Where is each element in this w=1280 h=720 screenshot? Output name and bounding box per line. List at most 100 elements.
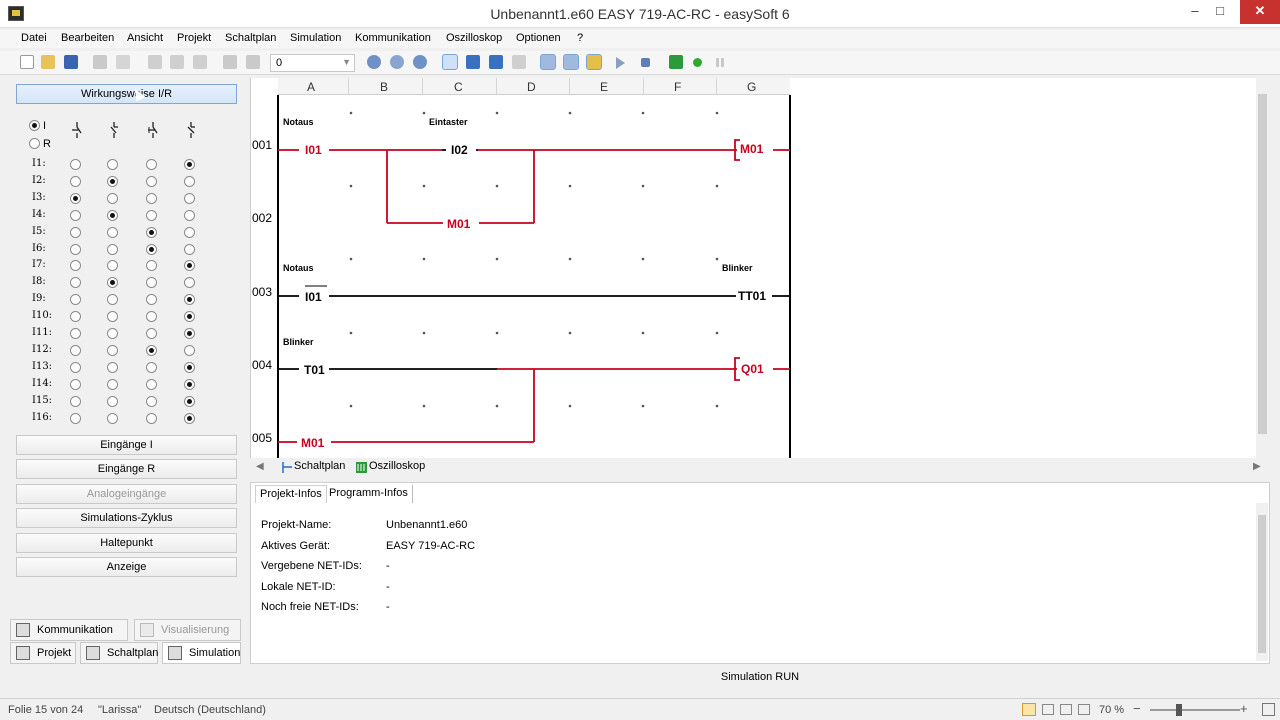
input-radio[interactable] xyxy=(184,311,195,323)
input-radio[interactable] xyxy=(184,294,195,306)
input-radio[interactable] xyxy=(107,277,118,289)
zoom-slider[interactable] xyxy=(1150,704,1240,716)
text-icon[interactable] xyxy=(563,54,579,70)
input-radio[interactable] xyxy=(70,192,81,204)
input-radio[interactable] xyxy=(70,277,81,289)
input-radio[interactable] xyxy=(146,311,157,323)
input-radio[interactable] xyxy=(70,175,81,187)
diagram-vscroll[interactable] xyxy=(1256,78,1270,458)
new-file-icon[interactable] xyxy=(20,55,34,69)
input-radio[interactable] xyxy=(107,344,118,356)
menu-schaltplan[interactable]: Schaltplan xyxy=(225,32,276,44)
print-icon[interactable] xyxy=(93,55,107,69)
minimize-button[interactable]: – xyxy=(1181,0,1209,24)
tab-simulation[interactable]: Simulation xyxy=(162,642,241,664)
zoom-out-icon[interactable] xyxy=(413,55,427,69)
zoom-in-button[interactable]: + xyxy=(1240,701,1248,716)
contact-nc-icon[interactable] xyxy=(466,55,480,69)
wirkungsweise-button[interactable]: Wirkungsweise I/R xyxy=(16,84,237,104)
menu-ansicht[interactable]: Ansicht xyxy=(127,32,163,44)
input-radio[interactable] xyxy=(70,395,81,407)
info-vscroll[interactable] xyxy=(1256,503,1268,661)
input-radio[interactable] xyxy=(146,192,157,204)
input-radio[interactable] xyxy=(184,159,195,170)
input-radio[interactable] xyxy=(184,192,195,204)
tab-projekt[interactable]: Projekt xyxy=(10,642,76,664)
coil-m01[interactable]: M01 xyxy=(740,142,764,156)
input-radio[interactable] xyxy=(107,243,118,255)
undo-icon[interactable] xyxy=(223,55,237,69)
input-radio[interactable] xyxy=(70,412,81,424)
eingaenge-i-button[interactable]: Eingänge I xyxy=(16,435,237,455)
input-radio[interactable] xyxy=(146,294,157,306)
input-radio[interactable] xyxy=(184,412,195,424)
stop-icon[interactable] xyxy=(641,58,650,67)
grid-icon[interactable] xyxy=(540,54,556,70)
input-radio[interactable] xyxy=(70,209,81,221)
menu-kommunikation[interactable]: Kommunikation xyxy=(355,32,431,44)
scroll-thumb[interactable] xyxy=(1258,94,1267,434)
scroll-right-icon[interactable]: ▶ xyxy=(1253,461,1261,472)
input-radio[interactable] xyxy=(107,175,118,187)
contact-i02[interactable]: I02 xyxy=(451,143,468,157)
contact-m01-row5[interactable]: M01 xyxy=(301,436,325,450)
input-radio[interactable] xyxy=(70,344,81,356)
input-radio[interactable] xyxy=(146,361,157,373)
slideshow-icon[interactable] xyxy=(1078,704,1090,715)
open-folder-icon[interactable] xyxy=(41,55,55,69)
menu-optionen[interactable]: Optionen xyxy=(516,32,561,44)
normal-view-icon[interactable] xyxy=(1022,703,1036,716)
input-radio[interactable] xyxy=(107,328,118,339)
slide-sorter-icon[interactable] xyxy=(1042,704,1054,715)
tab-visualisierung[interactable]: Visualisierung xyxy=(134,619,241,641)
input-radio[interactable] xyxy=(184,209,195,221)
input-radio[interactable] xyxy=(107,378,118,390)
oscilloscope-icon[interactable] xyxy=(669,55,683,69)
analogeingaenge-button[interactable]: Analogeingänge xyxy=(16,484,237,504)
input-radio[interactable] xyxy=(70,226,81,238)
fit-slide-icon[interactable] xyxy=(1262,703,1275,716)
zoom-out-button[interactable]: − xyxy=(1133,701,1141,716)
input-radio[interactable] xyxy=(184,277,195,289)
input-radio[interactable] xyxy=(146,260,157,272)
contact-t01[interactable]: T01 xyxy=(304,363,325,377)
input-radio[interactable] xyxy=(146,226,157,238)
input-radio[interactable] xyxy=(146,412,157,424)
folder-icon[interactable] xyxy=(586,54,602,70)
input-radio[interactable] xyxy=(70,243,81,255)
input-radio[interactable] xyxy=(70,378,81,390)
haltepunkt-button[interactable]: Haltepunkt xyxy=(16,533,237,553)
print-preview-icon[interactable] xyxy=(116,55,130,69)
input-radio[interactable] xyxy=(184,328,195,339)
copy-icon[interactable] xyxy=(170,55,184,69)
input-radio[interactable] xyxy=(70,159,81,170)
menu-bearbeiten[interactable]: Bearbeiten xyxy=(61,32,114,44)
input-radio[interactable] xyxy=(107,159,118,170)
input-radio[interactable] xyxy=(184,378,195,390)
maximize-button[interactable]: □ xyxy=(1206,0,1234,24)
input-radio[interactable] xyxy=(146,175,157,187)
input-radio[interactable] xyxy=(107,294,118,306)
simulations-zyklus-button[interactable]: Simulations-Zyklus xyxy=(16,508,237,528)
mode-r-radio[interactable] xyxy=(29,138,40,149)
input-radio[interactable] xyxy=(107,361,118,373)
input-radio[interactable] xyxy=(184,260,195,272)
input-radio[interactable] xyxy=(70,260,81,272)
input-radio[interactable] xyxy=(146,243,157,255)
tab-schaltplan-view[interactable]: Schaltplan xyxy=(280,460,345,476)
input-radio[interactable] xyxy=(70,294,81,306)
input-radio[interactable] xyxy=(146,209,157,221)
input-radio[interactable] xyxy=(70,361,81,373)
input-radio[interactable] xyxy=(184,175,195,187)
anzeige-button[interactable]: Anzeige xyxy=(16,557,237,577)
paste-icon[interactable] xyxy=(193,55,207,69)
zoom-in-icon[interactable] xyxy=(367,55,381,69)
contact-nb-icon[interactable] xyxy=(489,55,503,69)
contact-i01[interactable]: I01 xyxy=(305,143,322,157)
scroll-left-icon[interactable]: ◀ xyxy=(256,461,264,472)
pause-icon[interactable] xyxy=(716,58,724,67)
tab-programm-infos[interactable]: Programm-Infos xyxy=(325,485,413,503)
menu-projekt[interactable]: Projekt xyxy=(177,32,211,44)
input-radio[interactable] xyxy=(184,395,195,407)
tab-kommunikation[interactable]: Kommunikation xyxy=(10,619,128,641)
